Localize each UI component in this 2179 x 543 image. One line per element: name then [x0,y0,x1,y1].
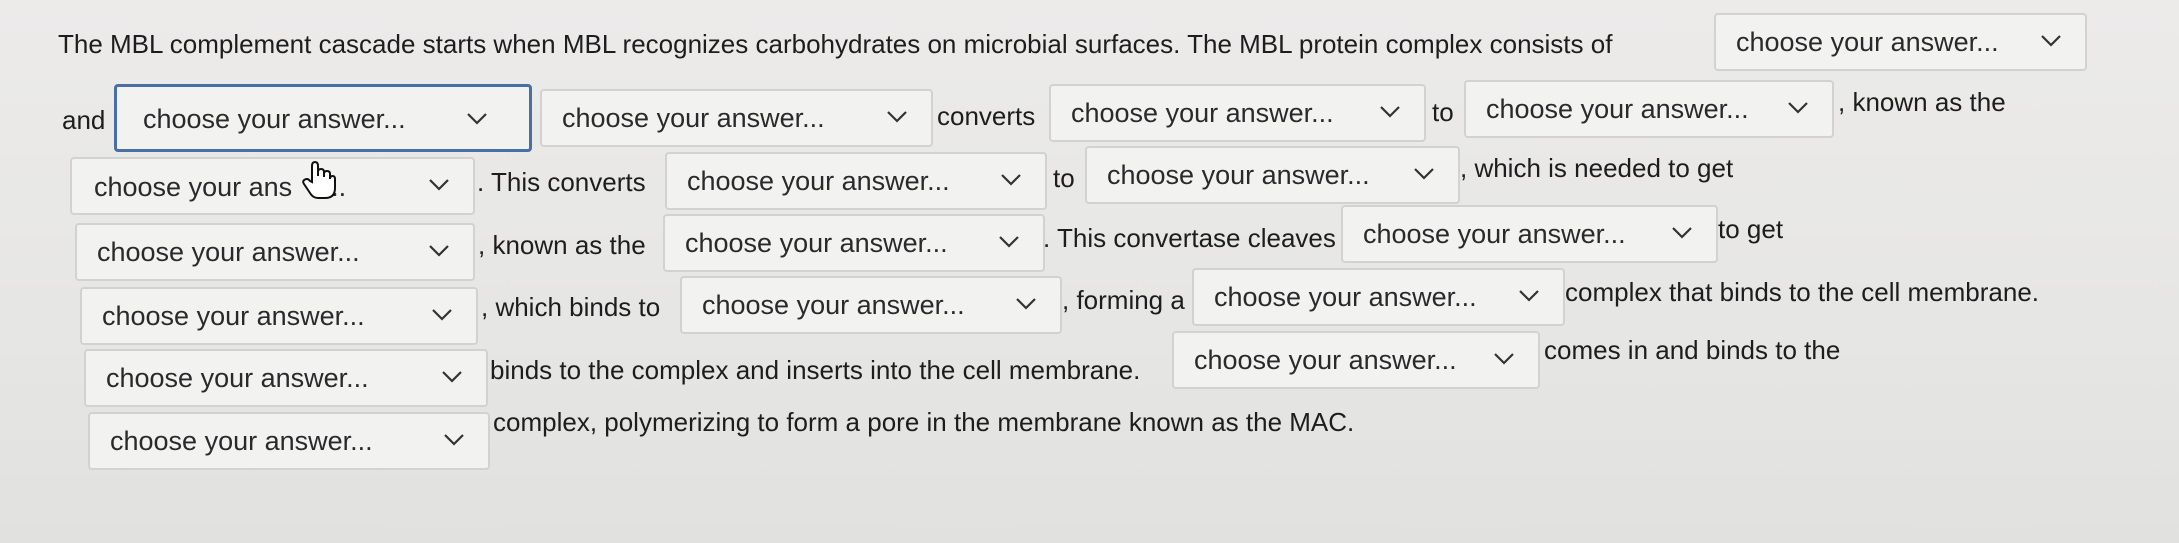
answer-dropdown-5[interactable]: choose your answer... [1464,80,1834,138]
question-panel: The MBL complement cascade starts when M… [0,0,2179,543]
sentence-text: , which is needed to get [1460,153,1734,183]
answer-dropdown-10[interactable]: choose your answer... [663,214,1045,272]
sentence-text: , known as the [1838,87,2006,117]
chevron-down-icon [1380,106,1400,118]
sentence-text: converts [937,101,1036,131]
dropdown-value: choose your answer... [1194,345,1457,375]
dropdown-value: choose your answer... [1736,27,1999,57]
chevron-down-icon [1788,102,1808,114]
dropdown-value: choose your answer... [702,290,965,320]
chevron-down-icon [2041,35,2061,47]
sentence-text: , which binds to [481,292,661,322]
dropdown-value: choose your answer... [97,237,360,267]
sentence-text: . This converts [477,167,646,197]
sentence-text: complex, polymerizing to form a pore in … [493,407,1355,437]
answer-dropdown-15[interactable]: choose your answer... [84,349,488,407]
answer-dropdown-9[interactable]: choose your answer... [75,223,475,281]
sentence-text: to [1432,97,1454,127]
answer-dropdown-2[interactable]: choose your answer... [114,84,532,152]
chevron-down-icon [442,371,462,383]
chevron-down-icon [1001,174,1021,186]
dropdown-value: choose your answer... [562,103,825,133]
sentence-text: binds to the complex and inserts into th… [490,355,1141,385]
chevron-down-icon [432,309,452,321]
dropdown-value: choose your answer... [1071,98,1334,128]
sentence-text: The MBL complement cascade starts when M… [58,29,1613,59]
answer-dropdown-6[interactable]: choose your ansr... [70,157,475,215]
dropdown-value: choose your answer... [1107,160,1370,190]
answer-dropdown-4[interactable]: choose your answer... [1049,84,1426,142]
dropdown-value-part: choose your ans [94,172,293,202]
chevron-down-icon [887,111,907,123]
answer-dropdown-11[interactable]: choose your answer... [1341,205,1718,263]
sentence-text: and [62,105,106,135]
dropdown-value: choose your answer... [1486,94,1749,124]
answer-dropdown-12[interactable]: choose your answer... [80,287,478,345]
answer-dropdown-1[interactable]: choose your answer... [1714,13,2087,71]
dropdown-value: choose your answer... [102,301,365,331]
dropdown-value: choose your answer... [687,166,950,196]
answer-dropdown-7[interactable]: choose your answer... [665,152,1047,210]
answer-dropdown-8[interactable]: choose your answer... [1085,146,1460,204]
chevron-down-icon [1016,298,1036,310]
dropdown-value: choose your answer... [143,104,406,134]
sentence-text: , known as the [478,230,646,260]
chevron-down-icon [429,245,449,257]
sentence-text: comes in and binds to the [1544,335,1841,365]
dropdown-value: choose your answer... [1363,219,1626,249]
sentence-text: , forming a [1062,285,1185,315]
dropdown-value: choose your answer... [685,228,948,258]
answer-dropdown-3[interactable]: choose your answer... [540,89,933,147]
chevron-down-icon [444,434,464,446]
chevron-down-icon [1494,353,1514,365]
dropdown-value: choose your answer... [106,363,369,393]
sentence-text: to [1053,163,1075,193]
chevron-down-icon [1414,168,1434,180]
hand-pointer-icon [302,160,336,199]
dropdown-value: choose your answer... [110,426,373,456]
sentence-text: to get [1718,214,1784,244]
chevron-down-icon [999,236,1019,248]
answer-dropdown-14[interactable]: choose your answer... [1192,268,1565,326]
sentence-text: . This convertase cleaves [1043,223,1336,253]
answer-dropdown-16[interactable]: choose your answer... [1172,331,1540,389]
dropdown-value: choose your answer... [1214,282,1477,312]
answer-dropdown-17[interactable]: choose your answer... [88,412,490,470]
chevron-down-icon [429,179,449,191]
sentence-text: complex that binds to the cell membrane. [1565,277,2040,307]
chevron-down-icon [1519,290,1539,302]
chevron-down-icon [1672,227,1692,239]
chevron-down-icon [467,113,487,125]
answer-dropdown-13[interactable]: choose your answer... [680,276,1062,334]
